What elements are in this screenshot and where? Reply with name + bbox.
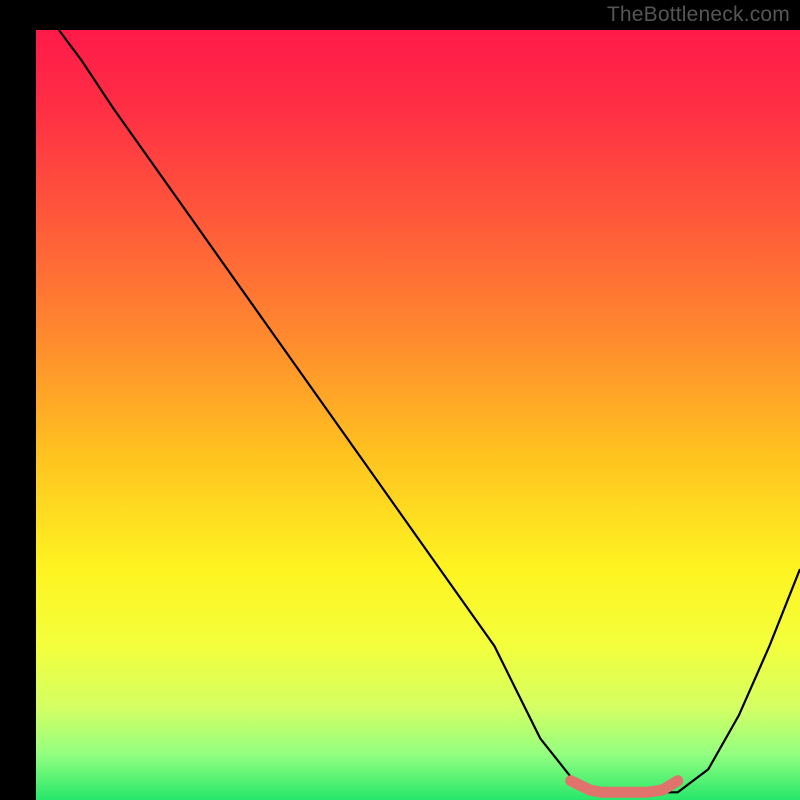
chart-root: TheBottleneck.com xyxy=(0,0,800,800)
gradient-background xyxy=(36,30,800,800)
watermark-text: TheBottleneck.com xyxy=(607,3,790,27)
bottleneck-chart xyxy=(0,0,800,800)
